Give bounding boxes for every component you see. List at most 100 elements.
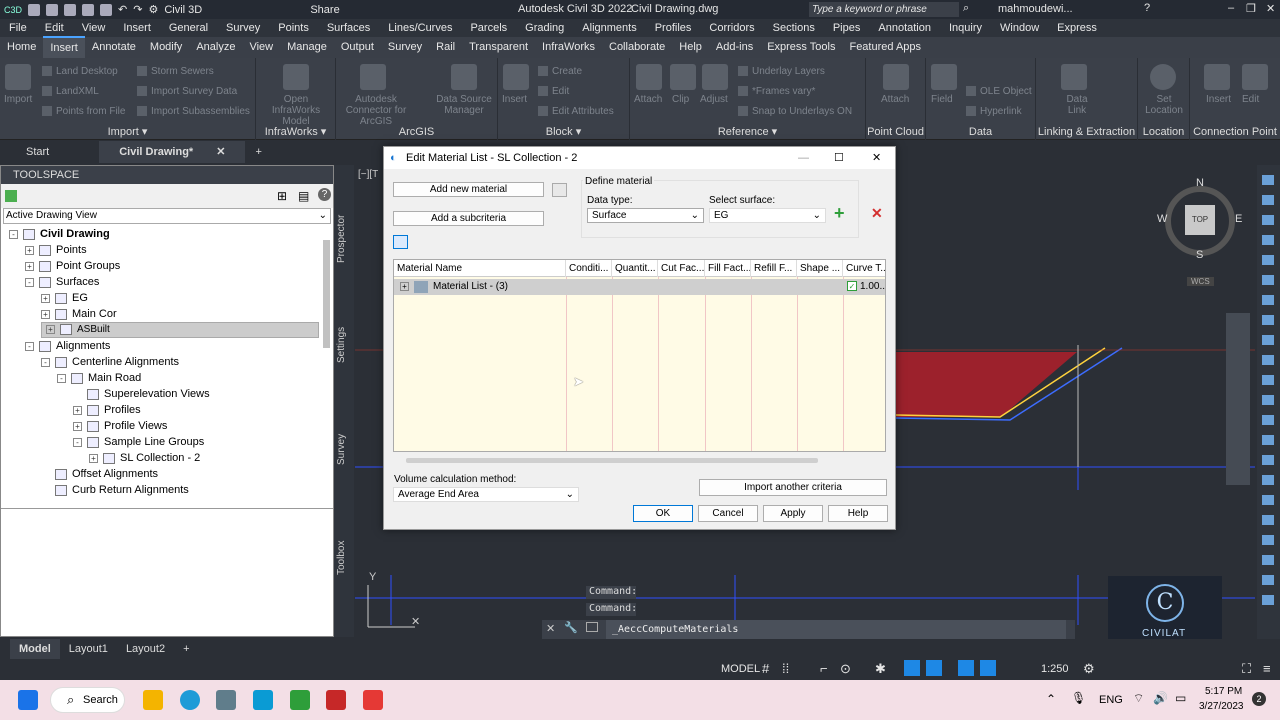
new-icon[interactable] bbox=[28, 3, 41, 16]
annotation-scale[interactable]: 1:250 bbox=[1041, 663, 1069, 675]
language-indicator[interactable]: ENG bbox=[1099, 694, 1123, 706]
app-logo-icon[interactable]: C3D bbox=[4, 5, 22, 15]
curve-checkbox[interactable]: ✓ bbox=[847, 281, 857, 291]
points-from-file-button[interactable]: Points from File bbox=[42, 106, 125, 117]
panel-title[interactable]: Block ▾ bbox=[498, 125, 629, 138]
view-select[interactable]: Active Drawing View ⌄ bbox=[3, 208, 331, 224]
expand-icon[interactable]: + bbox=[46, 324, 55, 334]
import-subassemblies-button[interactable]: Import Subassemblies bbox=[137, 106, 250, 117]
civil3d-icon[interactable] bbox=[363, 690, 383, 710]
import-button[interactable]: Import bbox=[4, 94, 32, 105]
expand-icon[interactable]: + bbox=[89, 453, 98, 463]
tree-item[interactable]: + Main Cor bbox=[41, 306, 117, 322]
tree-item[interactable]: + Profiles bbox=[73, 402, 141, 418]
tree-item[interactable]: Offset Alignments bbox=[41, 466, 158, 482]
viewcube-top-face[interactable]: TOP bbox=[1185, 205, 1215, 235]
volume-method-select[interactable]: Average End Area ⌄ bbox=[393, 487, 579, 502]
tab-toolbox[interactable]: Toolbox bbox=[336, 541, 347, 575]
app-l-icon[interactable] bbox=[253, 690, 273, 710]
tab-survey[interactable]: Survey bbox=[381, 37, 429, 58]
edit-connection-button[interactable]: Edit bbox=[1242, 94, 1259, 105]
panel-title[interactable]: Import ▾ bbox=[0, 125, 255, 138]
tab-insert[interactable]: Insert bbox=[43, 36, 85, 59]
close-icon[interactable]: ✕ bbox=[872, 147, 881, 169]
set-location-button[interactable]: Set Location bbox=[1142, 94, 1186, 116]
menu-item[interactable]: Pipes bbox=[824, 22, 870, 34]
column-header[interactable]: Curve T... bbox=[843, 260, 885, 277]
tree-view-icon[interactable]: ⊞ bbox=[277, 189, 287, 203]
tab-start[interactable]: Start bbox=[16, 146, 59, 158]
sort-icon[interactable] bbox=[411, 235, 426, 249]
tree-item[interactable]: + Points bbox=[25, 242, 87, 258]
add-icon[interactable]: + bbox=[834, 203, 845, 224]
expand-icon[interactable] bbox=[41, 470, 50, 479]
annotation-icon[interactable] bbox=[980, 660, 996, 676]
panel-title[interactable]: Reference ▾ bbox=[630, 125, 865, 138]
minimize-icon[interactable]: — bbox=[798, 147, 809, 169]
tree-item[interactable]: + Point Groups bbox=[25, 258, 120, 274]
data-link-button[interactable]: Data Link bbox=[1062, 94, 1092, 116]
expand-icon[interactable]: + bbox=[73, 405, 82, 415]
expand-icon[interactable]: + bbox=[41, 293, 50, 303]
search-input[interactable]: Type a keyword or phrase bbox=[809, 2, 959, 17]
snap-icon[interactable]: ⁞⁞ bbox=[782, 661, 789, 676]
expand-icon[interactable]: + bbox=[73, 421, 82, 431]
menu-item[interactable]: Sections bbox=[764, 22, 824, 34]
expand-icon[interactable]: + bbox=[41, 309, 50, 319]
menu-item[interactable]: Survey bbox=[217, 22, 269, 34]
menu-item[interactable]: Corridors bbox=[700, 22, 763, 34]
tab-model[interactable]: Model bbox=[10, 639, 60, 659]
menu-item[interactable]: Lines/Curves bbox=[379, 22, 461, 34]
expand-icon[interactable]: + bbox=[25, 245, 34, 255]
chevron-up-icon[interactable]: ⌃ bbox=[1046, 692, 1056, 706]
wcs-menu[interactable]: WCS bbox=[1187, 277, 1214, 286]
viewcube[interactable]: TOP N S E W WCS bbox=[1155, 177, 1245, 290]
tab-express-tools[interactable]: Express Tools bbox=[760, 37, 842, 58]
close-icon[interactable]: ✕ bbox=[1266, 2, 1275, 15]
tree-item[interactable]: + Profile Views bbox=[73, 418, 167, 434]
add-material-button[interactable]: Add new material bbox=[393, 182, 544, 197]
navigation-bar[interactable] bbox=[1226, 313, 1250, 485]
tab-help[interactable]: Help bbox=[672, 37, 709, 58]
microphone-icon[interactable]: 🎙 bbox=[1071, 691, 1086, 705]
collapse-icon[interactable]: - bbox=[73, 437, 82, 447]
open-infraworks-button[interactable]: Open InfraWorks Model bbox=[260, 94, 332, 127]
menu-item[interactable]: Alignments bbox=[573, 22, 645, 34]
file-explorer-icon[interactable] bbox=[143, 690, 163, 710]
redo-icon[interactable]: ↷ bbox=[133, 3, 142, 16]
selection-icon[interactable] bbox=[958, 660, 974, 676]
gear-icon[interactable]: ⚙ bbox=[1083, 661, 1095, 677]
underlay-layers-button[interactable]: Underlay Layers bbox=[738, 66, 825, 77]
edit-attributes-button[interactable]: Edit Attributes bbox=[538, 106, 614, 117]
share-button[interactable]: Share bbox=[310, 4, 339, 16]
tree-scrollbar[interactable] bbox=[323, 240, 330, 348]
clock-date[interactable]: 3/27/2023 bbox=[1199, 701, 1244, 712]
menu-item[interactable]: Annotation bbox=[869, 22, 940, 34]
taskbar-search[interactable]: ⌕ Search bbox=[50, 687, 125, 713]
fullscreen-icon[interactable]: ⛶ bbox=[1242, 661, 1251, 677]
tab-featured-apps[interactable]: Featured Apps bbox=[842, 37, 928, 58]
column-header[interactable]: Fill Fact... bbox=[705, 260, 751, 277]
menu-item[interactable]: File bbox=[0, 22, 36, 34]
volume-icon[interactable]: 🔊 bbox=[1153, 691, 1168, 705]
open-icon[interactable] bbox=[46, 3, 59, 16]
tab-modify[interactable]: Modify bbox=[143, 37, 189, 58]
help-icon[interactable]: ? bbox=[318, 188, 331, 201]
tab-output[interactable]: Output bbox=[334, 37, 381, 58]
attach-button[interactable]: Attach bbox=[634, 94, 662, 105]
civil-app-icon[interactable] bbox=[290, 690, 310, 710]
tab-collaborate[interactable]: Collaborate bbox=[602, 37, 672, 58]
tab-manage[interactable]: Manage bbox=[280, 37, 334, 58]
ok-button[interactable]: OK bbox=[633, 505, 693, 522]
ortho-icon[interactable]: ⌐ bbox=[820, 661, 828, 676]
snap-underlays-toggle[interactable]: Snap to Underlays ON bbox=[738, 106, 852, 117]
create-block-button[interactable]: Create bbox=[538, 66, 582, 77]
grid-icon[interactable]: # bbox=[762, 661, 769, 676]
search-icon[interactable]: ⌕ bbox=[963, 2, 969, 15]
data-source-manager-button[interactable]: Data Source Manager bbox=[434, 94, 494, 116]
panel-title[interactable]: InfraWorks ▾ bbox=[256, 125, 335, 138]
tab-survey[interactable]: Survey bbox=[336, 434, 347, 465]
column-header[interactable]: Shape ... bbox=[797, 260, 843, 277]
menu-item[interactable]: Grading bbox=[516, 22, 573, 34]
minimize-icon[interactable]: – bbox=[1228, 2, 1234, 14]
